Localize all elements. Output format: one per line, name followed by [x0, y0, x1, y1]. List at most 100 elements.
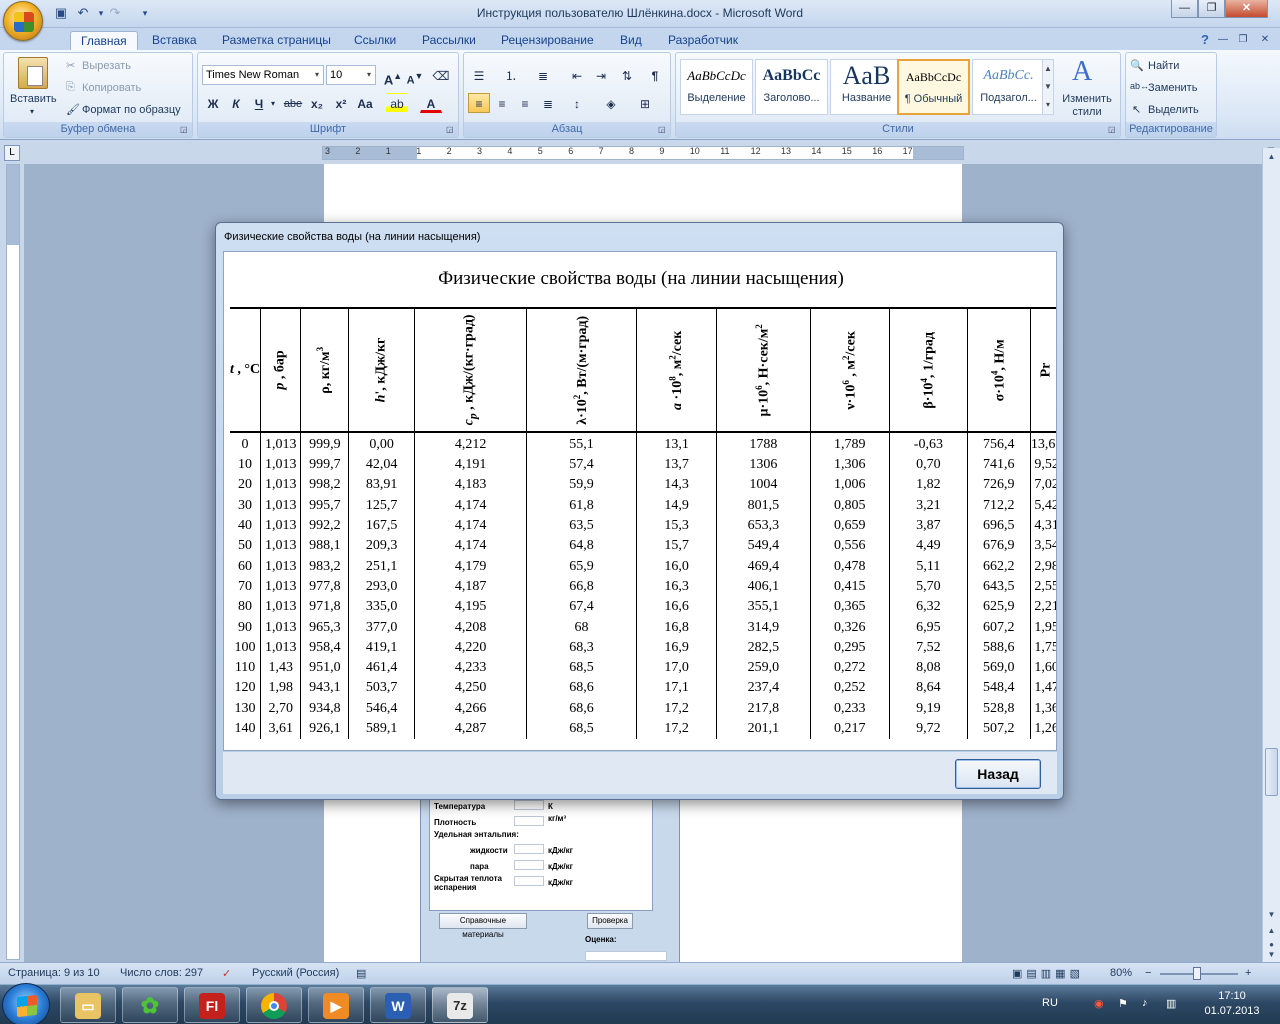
- scroll-down-icon[interactable]: ▼: [1264, 908, 1279, 922]
- page-indicator[interactable]: Страница: 9 из 10: [8, 967, 100, 979]
- shrink-font-button[interactable]: A▼: [404, 65, 426, 87]
- tab-insert[interactable]: Вставка: [142, 31, 207, 50]
- zoom-out-button[interactable]: −: [1145, 967, 1151, 979]
- underline-dropdown-icon[interactable]: ▾: [268, 93, 278, 113]
- strikethrough-button[interactable]: abe: [282, 93, 304, 113]
- clipboard-launcher-icon[interactable]: ◲: [180, 125, 190, 135]
- clear-format-icon[interactable]: ⌫: [430, 65, 452, 85]
- ribbon-minimize-icon[interactable]: —: [1214, 31, 1232, 49]
- numbering-icon[interactable]: ⒈: [500, 65, 522, 85]
- subscript-button[interactable]: x₂: [306, 93, 328, 113]
- style-heading[interactable]: AaBbCc Заголово...: [755, 59, 828, 115]
- minimize-button[interactable]: —: [1171, 0, 1198, 18]
- zoom-in-button[interactable]: +: [1245, 967, 1251, 979]
- horizontal-ruler[interactable]: 3 2 1 1 2 3 4 5 6 7 8 9 10 11 12 13 14 15 16 17: [322, 146, 964, 160]
- zoom-level[interactable]: 80%: [1110, 967, 1132, 979]
- shading-icon[interactable]: ◈: [600, 93, 622, 113]
- bold-button[interactable]: Ж: [202, 93, 224, 113]
- paste-button[interactable]: Вставить: [10, 93, 57, 105]
- tab-page-layout[interactable]: Разметка страницы: [212, 31, 341, 50]
- clock[interactable]: 17:10 01.07.2013: [1192, 989, 1272, 1019]
- copy-button[interactable]: Копировать: [82, 82, 141, 94]
- style-emphasis[interactable]: AaBbCcDc Выделение: [680, 59, 753, 115]
- close-button[interactable]: ✕: [1225, 0, 1268, 18]
- align-right-icon[interactable]: ≡: [514, 93, 536, 113]
- italic-button[interactable]: К: [225, 93, 247, 113]
- line-spacing-icon[interactable]: ↕: [566, 93, 588, 113]
- back-button[interactable]: Назад: [955, 759, 1041, 789]
- view-buttons[interactable]: ▣▤▥▦▧: [1012, 967, 1084, 980]
- doc-close-icon[interactable]: ✕: [1256, 31, 1274, 49]
- justify-icon[interactable]: ≣: [537, 93, 559, 113]
- language-bar[interactable]: RU: [1042, 997, 1058, 1009]
- tab-view[interactable]: Вид: [610, 31, 652, 50]
- decrease-indent-icon[interactable]: ⇤: [566, 65, 588, 85]
- taskbar-chrome[interactable]: [246, 987, 302, 1023]
- multilevel-list-icon[interactable]: ≣: [532, 65, 554, 85]
- style-title[interactable]: AaB Название: [830, 59, 903, 115]
- paste-icon[interactable]: [18, 57, 48, 89]
- zoom-slider-thumb[interactable]: [1193, 967, 1201, 980]
- word-count[interactable]: Число слов: 297: [120, 967, 203, 979]
- taskbar-word[interactable]: W: [370, 987, 426, 1023]
- replace-icon[interactable]: ab↔: [1130, 81, 1149, 91]
- tab-home[interactable]: Главная: [70, 31, 138, 50]
- align-center-icon[interactable]: ≡: [491, 93, 513, 113]
- vertical-scrollbar[interactable]: ▲ ▼ ▲ ● ▼: [1262, 148, 1280, 962]
- styles-scroll[interactable]: ▲ ▼ ▾: [1042, 59, 1054, 115]
- spelling-icon[interactable]: ✓: [222, 967, 231, 980]
- align-left-icon[interactable]: ≡: [468, 93, 490, 113]
- copy-icon[interactable]: ⎘: [66, 81, 75, 94]
- taskbar-icq[interactable]: ✿: [122, 987, 178, 1023]
- cut-button[interactable]: Вырезать: [82, 60, 131, 72]
- taskbar-explorer[interactable]: ▭: [60, 987, 116, 1023]
- maximize-button[interactable]: ❐: [1198, 0, 1225, 18]
- style-normal[interactable]: AaBbCcDc ¶ Обычный: [897, 59, 970, 115]
- change-styles-icon[interactable]: A: [1072, 57, 1100, 87]
- bullets-icon[interactable]: ☰: [468, 65, 490, 85]
- font-name-dropdown-icon[interactable]: ▾: [311, 66, 323, 84]
- show-marks-icon[interactable]: ¶: [644, 65, 666, 85]
- help-icon[interactable]: ?: [1196, 31, 1214, 49]
- change-case-button[interactable]: Aa: [354, 93, 376, 113]
- tab-review[interactable]: Рецензирование: [491, 31, 604, 50]
- office-button[interactable]: [3, 1, 43, 41]
- macro-icon[interactable]: ▤: [356, 967, 366, 980]
- find-button[interactable]: Найти: [1148, 60, 1179, 72]
- highlight-icon[interactable]: ab: [386, 93, 408, 113]
- network-tray-icon[interactable]: ▥: [1166, 997, 1176, 1010]
- sort-icon[interactable]: ⇅: [616, 65, 638, 85]
- tab-selector-icon[interactable]: L: [4, 145, 20, 161]
- tab-references[interactable]: Ссылки: [344, 31, 406, 50]
- increase-indent-icon[interactable]: ⇥: [590, 65, 612, 85]
- font-size-dropdown-icon[interactable]: ▾: [363, 66, 375, 84]
- tab-developer[interactable]: Разработчик: [658, 31, 748, 50]
- select-button[interactable]: Выделить: [1148, 104, 1199, 116]
- volume-tray-icon[interactable]: ♪: [1142, 997, 1148, 1009]
- cut-icon[interactable]: ✂: [66, 59, 75, 72]
- doc-restore-icon[interactable]: ❐: [1234, 31, 1252, 49]
- format-painter-button[interactable]: Формат по образцу: [82, 104, 181, 116]
- language-indicator[interactable]: Русский (Россия): [252, 967, 339, 979]
- paragraph-launcher-icon[interactable]: ◲: [658, 125, 668, 135]
- change-styles-button[interactable]: Изменить стили: [1059, 93, 1115, 119]
- borders-icon[interactable]: ⊞: [634, 93, 656, 113]
- vertical-ruler[interactable]: [6, 164, 20, 960]
- antivirus-tray-icon[interactable]: ◉: [1094, 997, 1104, 1010]
- find-icon[interactable]: 🔍: [1130, 59, 1144, 72]
- start-button[interactable]: [2, 983, 50, 1024]
- font-launcher-icon[interactable]: ◲: [446, 125, 456, 135]
- paste-dropdown-icon[interactable]: ▾: [30, 107, 34, 116]
- superscript-button[interactable]: x²: [330, 93, 352, 113]
- style-subtitle[interactable]: AaBbCc. Подзагол...: [972, 59, 1045, 115]
- tab-mailings[interactable]: Рассылки: [412, 31, 486, 50]
- taskbar-flash[interactable]: Fl: [184, 987, 240, 1023]
- font-size-combo[interactable]: 10 ▾: [326, 65, 376, 85]
- taskbar-7zip[interactable]: 7z: [432, 987, 488, 1023]
- format-painter-icon[interactable]: 🖌: [66, 103, 80, 116]
- font-color-icon[interactable]: A: [420, 93, 442, 113]
- font-name-combo[interactable]: Times New Roman ▾: [202, 65, 324, 85]
- scroll-thumb[interactable]: [1265, 748, 1278, 796]
- taskbar-media-player[interactable]: ▶: [308, 987, 364, 1023]
- next-page-icon[interactable]: ▼: [1264, 948, 1279, 962]
